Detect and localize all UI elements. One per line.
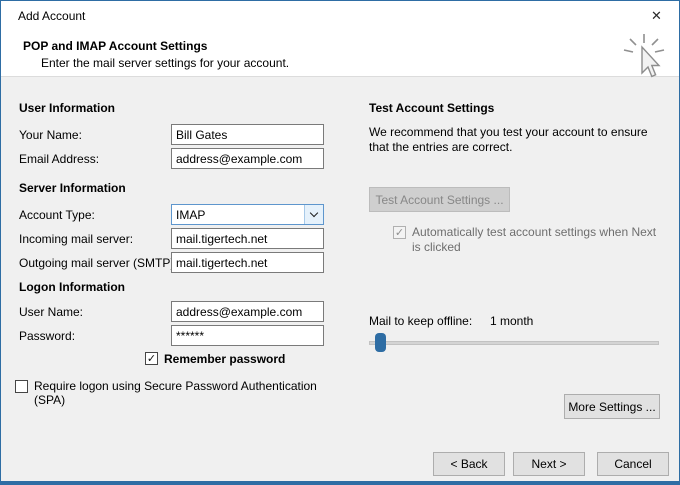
mouse-cursor-icon (621, 32, 667, 82)
remember-password-checkbox[interactable]: ✓ (145, 352, 158, 365)
offline-slider-track[interactable] (369, 341, 659, 345)
test-description: We recommend that you test your account … (369, 125, 669, 155)
wizard-header: POP and IMAP Account Settings Enter the … (1, 31, 679, 77)
outgoing-server-input[interactable] (171, 252, 324, 273)
chevron-down-icon (310, 209, 318, 217)
outgoing-server-label: Outgoing mail server (SMTP): (19, 256, 178, 270)
test-account-settings-button: Test Account Settings ... (369, 187, 510, 212)
next-button[interactable]: Next > (513, 452, 585, 476)
auto-test-checkbox: ✓ (393, 226, 406, 239)
section-user-information: User Information (19, 101, 115, 115)
mail-keep-offline-label: Mail to keep offline: (369, 314, 472, 328)
spa-label: Require logon using Secure Password Auth… (34, 379, 334, 407)
dropdown-button[interactable] (304, 205, 323, 224)
account-type-label: Account Type: (19, 208, 95, 222)
section-test-account-settings: Test Account Settings (369, 101, 494, 115)
check-icon: ✓ (147, 353, 156, 364)
auto-test-label: Automatically test account settings when… (412, 225, 667, 255)
remember-password-label: Remember password (164, 352, 285, 366)
section-logon-information: Logon Information (19, 280, 125, 294)
cancel-button[interactable]: Cancel (597, 452, 669, 476)
password-label: Password: (19, 329, 75, 343)
user-name-input[interactable] (171, 301, 324, 322)
more-settings-button[interactable]: More Settings ... (564, 394, 660, 419)
back-button[interactable]: < Back (433, 452, 505, 476)
spa-checkbox[interactable] (15, 380, 28, 393)
your-name-label: Your Name: (19, 128, 82, 142)
email-address-label: Email Address: (19, 152, 99, 166)
mail-keep-offline-value: 1 month (490, 314, 533, 328)
title-bar: Add Account ✕ (1, 1, 679, 31)
close-button[interactable]: ✕ (634, 1, 679, 31)
your-name-input[interactable] (171, 124, 324, 145)
offline-slider-thumb[interactable] (375, 333, 386, 352)
window-title: Add Account (18, 9, 85, 23)
section-server-information: Server Information (19, 181, 126, 195)
check-icon: ✓ (395, 227, 404, 238)
account-type-value: IMAP (172, 208, 304, 222)
close-icon: ✕ (651, 9, 662, 24)
wizard-subtitle: Enter the mail server settings for your … (41, 56, 289, 70)
email-address-input[interactable] (171, 148, 324, 169)
user-name-label: User Name: (19, 305, 83, 319)
account-type-dropdown[interactable]: IMAP (171, 204, 324, 225)
add-account-dialog: Add Account ✕ POP and IMAP Account Setti… (0, 0, 680, 485)
incoming-server-label: Incoming mail server: (19, 232, 133, 246)
wizard-title: POP and IMAP Account Settings (23, 39, 207, 53)
incoming-server-input[interactable] (171, 228, 324, 249)
password-input[interactable] (171, 325, 324, 346)
